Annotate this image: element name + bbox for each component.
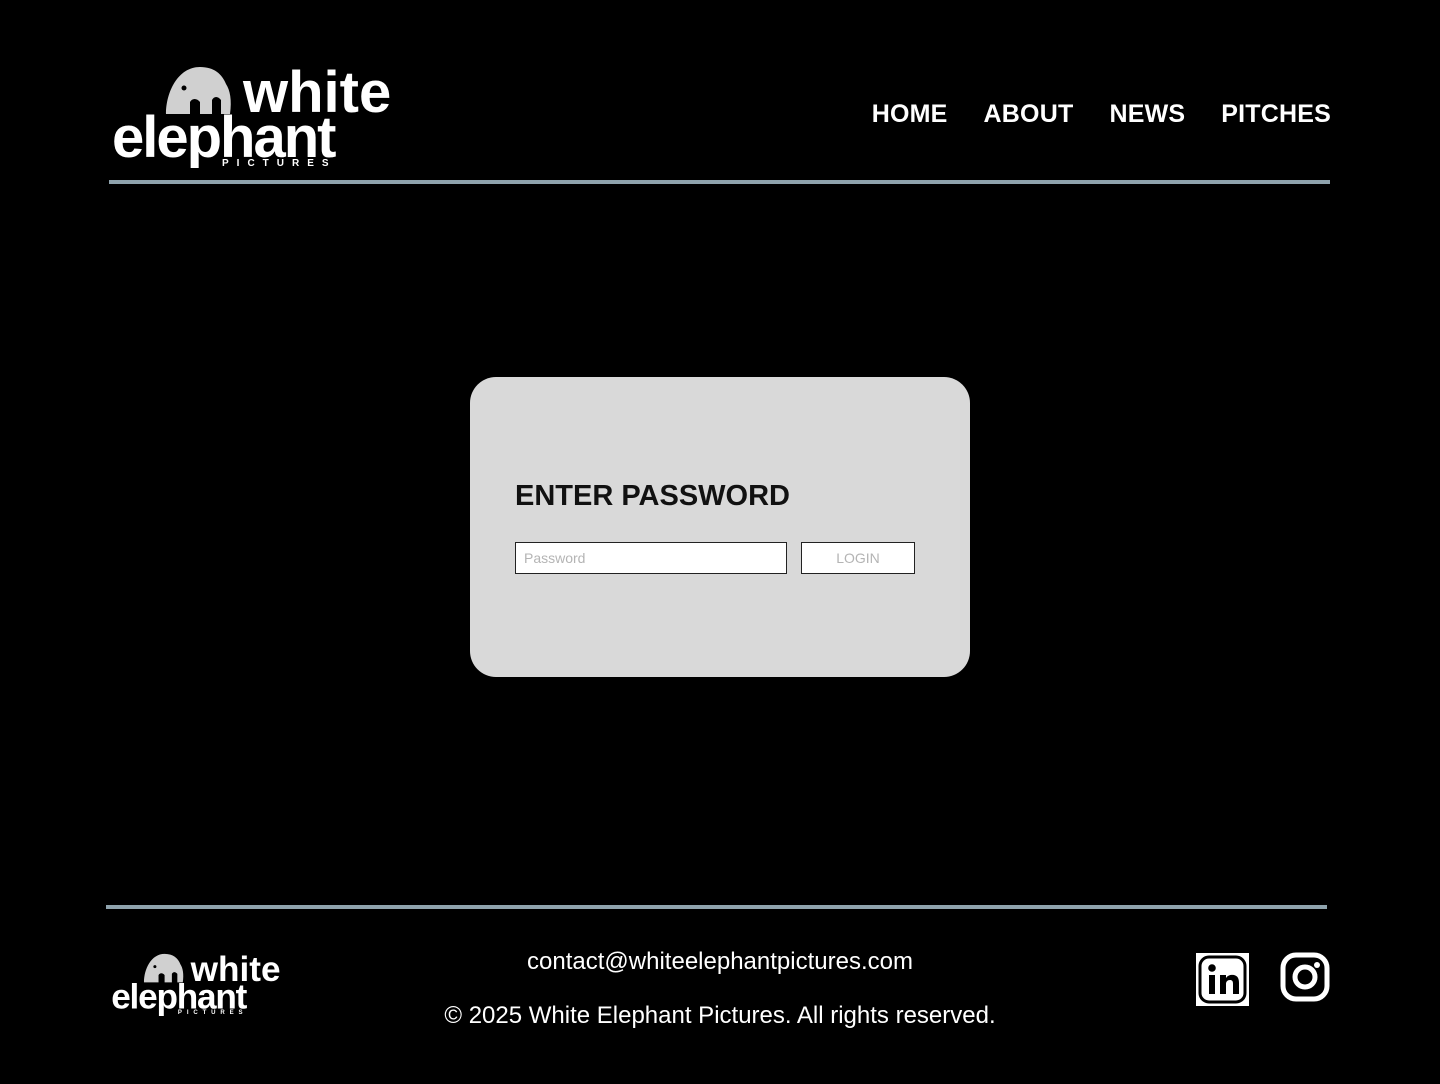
login-title: ENTER PASSWORD — [515, 480, 790, 512]
linkedin-icon[interactable] — [1196, 953, 1249, 1006]
nav-home[interactable]: HOME — [872, 100, 948, 129]
login-card: ENTER PASSWORD LOGIN — [470, 377, 970, 677]
login-button[interactable]: LOGIN — [801, 542, 915, 574]
footer-divider — [106, 905, 1327, 909]
nav-about[interactable]: ABOUT — [984, 100, 1074, 129]
password-input[interactable] — [515, 542, 787, 574]
contact-email-link[interactable]: contact@whiteelephantpictures.com — [527, 948, 913, 975]
brand-logo[interactable]: white elephant PICTURES — [110, 62, 410, 168]
copyright-text: © 2025 White Elephant Pictures. All righ… — [444, 1002, 996, 1029]
nav-news[interactable]: NEWS — [1109, 100, 1185, 129]
instagram-icon[interactable] — [1280, 952, 1330, 1002]
main-nav: HOME ABOUT NEWS PITCHES — [872, 100, 1331, 129]
nav-pitches[interactable]: PITCHES — [1221, 100, 1331, 129]
page: white elephant PICTURES HOME ABOUT NEWS … — [0, 0, 1440, 1084]
header-divider — [109, 180, 1330, 184]
svg-text:PICTURES: PICTURES — [222, 158, 337, 168]
